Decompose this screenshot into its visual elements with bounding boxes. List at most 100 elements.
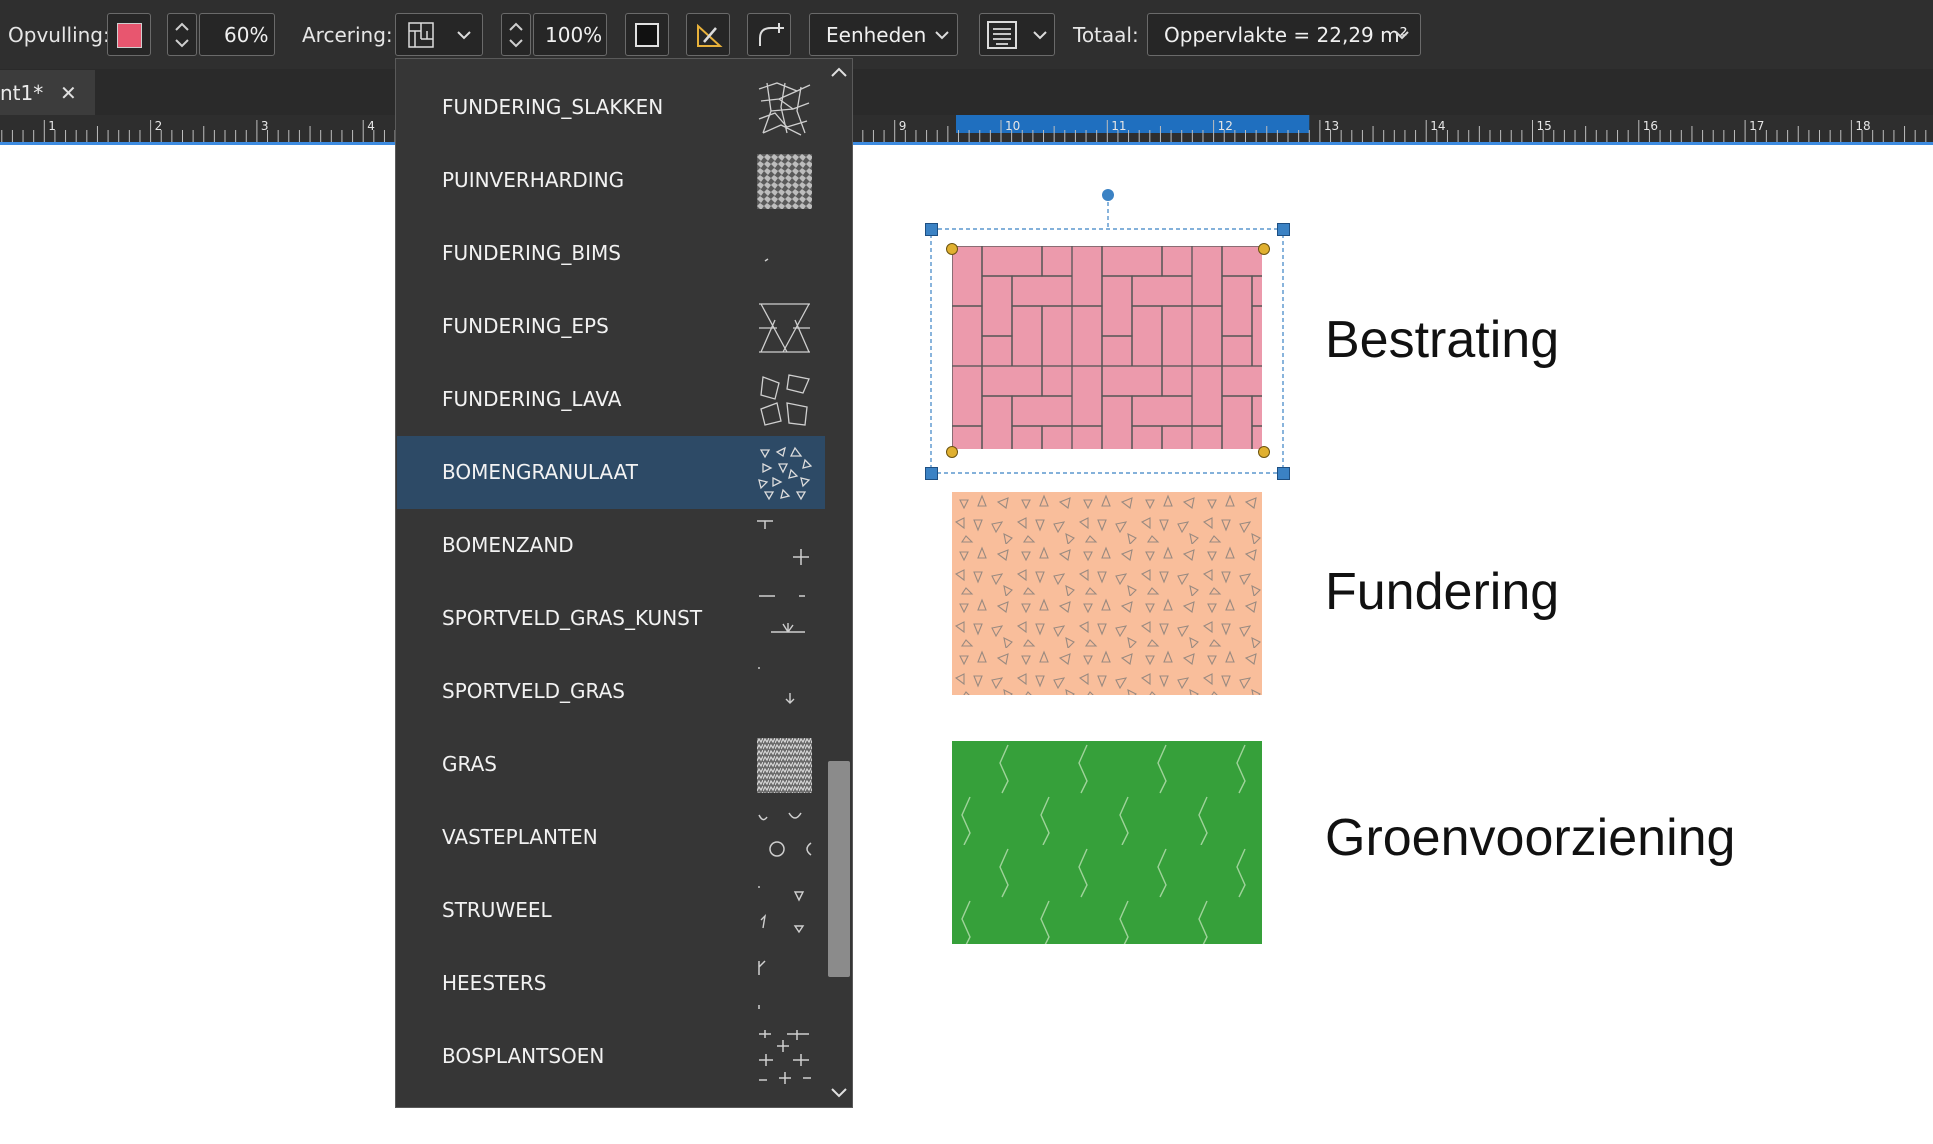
resize-handle-top-right[interactable] xyxy=(1277,223,1290,236)
hatch-item-label: BOSPLANTSOEN xyxy=(442,1044,605,1068)
hatch-item-label: BOMENGRANULAAT xyxy=(442,460,639,484)
total-value: Oppervlakte = 22,29 m² xyxy=(1164,23,1408,47)
hatch-pattern-icon xyxy=(408,22,434,48)
ruler-scale: 123456789101112131415161718 xyxy=(1,115,1927,142)
hatch-item-label: SPORTVELD_GRAS xyxy=(442,679,625,703)
text-align-dropdown[interactable] xyxy=(979,13,1055,56)
opacity-value: 60% xyxy=(224,23,269,47)
pen-ruler-button[interactable] xyxy=(686,13,730,56)
vertex-handle-2[interactable] xyxy=(1258,243,1270,255)
stroke-color-button[interactable] xyxy=(625,13,669,56)
opacity-stepper[interactable] xyxy=(167,13,197,56)
vertex-handle-1[interactable] xyxy=(946,243,958,255)
hatch-item-bosplantsoen[interactable]: BOSPLANTSOEN xyxy=(397,1020,825,1093)
hatch-item-sportveld-gras-kunst[interactable]: SPORTVELD_GRAS_KUNST xyxy=(397,582,825,655)
hatch-item-fundering-lava[interactable]: FUNDERING_LAVA xyxy=(397,363,825,436)
shrub-pattern-icon xyxy=(758,886,805,934)
total-label: Totaal: xyxy=(1073,23,1139,47)
ruler-tick-label: 13 xyxy=(1324,119,1339,133)
line-angle-button[interactable] xyxy=(747,13,791,56)
bush-pattern-icon xyxy=(758,960,766,1009)
ruler-tick-label: 3 xyxy=(261,119,269,133)
fill-color-swatch xyxy=(117,23,142,48)
hatch-item-fundering-slakken[interactable]: FUNDERING_SLAKKEN xyxy=(397,71,825,144)
line-angle-icon xyxy=(759,23,784,46)
hatch-scale-stepper[interactable] xyxy=(501,13,531,56)
hatch-item-bomengranulaat[interactable]: BOMENGRANULAAT xyxy=(397,436,825,509)
ruler-tick-label: 14 xyxy=(1430,119,1445,133)
hatch-item-label: FUNDERING_SLAKKEN xyxy=(442,95,664,119)
chevron-down-icon xyxy=(935,31,949,40)
ruler-tick-label: 15 xyxy=(1537,119,1552,133)
ruler-tick-label: 16 xyxy=(1643,119,1658,133)
ruler-tick-label: 11 xyxy=(1111,119,1126,133)
hatch-item-label: FUNDERING_BIMS xyxy=(442,241,621,265)
hatch-item-gras[interactable]: GRAS xyxy=(397,728,825,801)
hatch-item-label: STRUWEEL xyxy=(442,898,552,922)
stepper-arrows-icon xyxy=(175,22,189,48)
toolbar: Opvulling: 60% Arcering: 100% Eenheden T… xyxy=(0,0,1933,70)
groenvoorziening-label: Groenvoorziening xyxy=(1325,809,1736,867)
document-tab[interactable]: nt1* ✕ xyxy=(0,70,95,116)
rotate-handle[interactable] xyxy=(1102,189,1114,201)
hatch-item-label: BOMENZAND xyxy=(442,533,574,557)
hatch-item-label: FUNDERING_LAVA xyxy=(442,387,622,411)
scroll-down-icon[interactable] xyxy=(829,1085,849,1101)
hatch-item-struweel[interactable]: STRUWEEL xyxy=(397,874,825,947)
hatch-item-puinverharding[interactable]: PUINVERHARDING xyxy=(397,144,825,217)
stroke-color-icon xyxy=(635,23,659,47)
ruler-tick-label: 2 xyxy=(155,119,163,133)
fundering-hatch-shape[interactable] xyxy=(952,492,1262,695)
opacity-input[interactable]: 60% xyxy=(199,13,275,56)
selection-frame xyxy=(930,195,1284,474)
groenvoorziening-hatch-shape[interactable] xyxy=(952,741,1262,944)
dot-pattern-icon xyxy=(764,258,769,262)
hatch-item-sportveld-gras[interactable]: SPORTVELD_GRAS xyxy=(397,655,825,728)
hatch-item-label: SPORTVELD_GRAS_KUNST xyxy=(442,606,703,630)
chevron-down-icon xyxy=(1033,31,1047,40)
units-value: Eenheden xyxy=(826,23,927,47)
hatch-item-fundering-eps[interactable]: FUNDERING_EPS xyxy=(397,290,825,363)
vertex-handle-4[interactable] xyxy=(1258,446,1270,458)
hatch-item-label: FUNDERING_EPS xyxy=(442,314,609,338)
total-dropdown[interactable]: Oppervlakte = 22,29 m² xyxy=(1147,13,1421,56)
ruler-tick-label: 4 xyxy=(367,119,375,133)
hatch-pattern-list[interactable]: FUNDERING_SLAKKEN PUINVERHARDING FUNDERI… xyxy=(395,58,853,1108)
hatch-item-label: HEESTERS xyxy=(442,971,547,995)
hatch-item-label: PUINVERHARDING xyxy=(442,168,625,192)
tab-close-icon[interactable]: ✕ xyxy=(60,79,77,107)
hatch-scale-input[interactable]: 100% xyxy=(533,13,607,56)
grass-blade-pattern-icon xyxy=(758,667,795,704)
vertex-handle-3[interactable] xyxy=(946,446,958,458)
resize-handle-top-left[interactable] xyxy=(925,223,938,236)
grass-tuft-pattern-icon xyxy=(759,595,805,633)
hatch-item-vasteplanten[interactable]: VASTEPLANTEN xyxy=(397,801,825,874)
chevron-down-icon xyxy=(1395,31,1409,40)
plus-grid-pattern-icon xyxy=(759,1030,811,1084)
pen-ruler-icon xyxy=(697,23,723,47)
ruler-tick-label: 9 xyxy=(899,119,907,133)
hatch-item-fundering-bims[interactable]: FUNDERING_BIMS xyxy=(397,217,825,290)
circle-pattern-icon xyxy=(758,812,812,857)
hatch-item-heesters[interactable]: HEESTERS xyxy=(397,947,825,1020)
fill-label: Opvulling: xyxy=(8,23,110,47)
resize-handle-bottom-left[interactable] xyxy=(925,467,938,480)
hatch-scale-value: 100% xyxy=(545,23,603,47)
stepper-arrows-icon xyxy=(509,22,523,48)
star-pattern-icon xyxy=(759,303,810,353)
units-dropdown[interactable]: Eenheden xyxy=(809,13,958,56)
resize-handle-bottom-right[interactable] xyxy=(1277,467,1290,480)
cross-pattern-icon xyxy=(757,520,809,565)
grass-texture-icon xyxy=(757,738,812,793)
ruler-tick-label: 17 xyxy=(1749,119,1764,133)
ruler-tick-label: 10 xyxy=(1005,119,1020,133)
hatch-pattern-dropdown[interactable] xyxy=(395,13,483,56)
bestrating-label: Bestrating xyxy=(1325,311,1560,369)
chevron-down-icon xyxy=(457,31,471,40)
fill-color-button[interactable] xyxy=(107,13,151,56)
ruler-tick-label: 12 xyxy=(1218,119,1233,133)
scrollbar-thumb[interactable] xyxy=(828,761,850,977)
hatch-label: Arcering: xyxy=(302,23,393,47)
hatch-item-label: VASTEPLANTEN xyxy=(442,825,598,849)
hatch-item-bomenzand[interactable]: BOMENZAND xyxy=(397,509,825,582)
